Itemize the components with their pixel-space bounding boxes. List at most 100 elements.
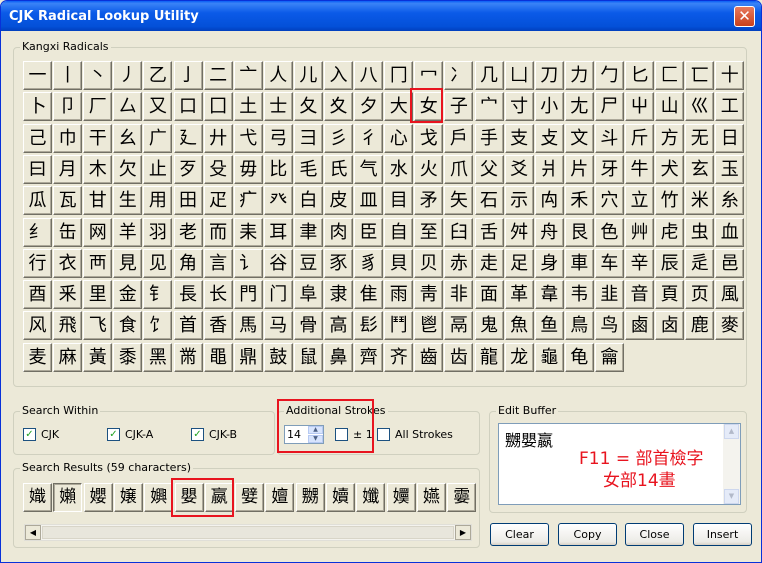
radical-button[interactable]: 门 — [263, 280, 293, 310]
radical-button[interactable]: 豕 — [324, 248, 353, 278]
radical-button[interactable]: 黽 — [203, 342, 233, 372]
radical-button[interactable]: 靑 — [414, 280, 444, 310]
radical-button[interactable]: 鼓 — [263, 342, 293, 372]
radical-button[interactable]: 自 — [384, 217, 414, 247]
radical-button[interactable]: 臼 — [444, 217, 474, 247]
radical-button[interactable]: 雨 — [384, 280, 414, 310]
radical-button[interactable]: 髟 — [354, 311, 384, 341]
radical-button[interactable]: 纟 — [23, 217, 52, 247]
radical-button[interactable]: 瓜 — [23, 186, 52, 216]
radical-button[interactable]: 風 — [715, 280, 745, 310]
radical-button[interactable]: 疒 — [233, 186, 263, 216]
radical-button[interactable]: 阜 — [293, 280, 323, 310]
radical-button[interactable]: 面 — [474, 280, 504, 310]
radical-button[interactable]: 身 — [534, 248, 564, 278]
radical-button[interactable]: 鹿 — [685, 311, 715, 341]
close-button[interactable]: Close — [625, 523, 684, 546]
radical-button[interactable]: 二 — [203, 61, 233, 90]
radical-button[interactable]: 手 — [474, 123, 504, 153]
radical-button[interactable]: 饣 — [143, 311, 173, 341]
radical-button[interactable]: 欠 — [113, 154, 143, 184]
radical-button[interactable]: 幺 — [113, 123, 143, 153]
radical-button[interactable]: 耒 — [233, 217, 263, 247]
radical-button[interactable]: 貝 — [384, 248, 414, 278]
radical-button[interactable]: 龙 — [504, 342, 534, 372]
radical-button[interactable]: 山 — [655, 92, 685, 122]
radical-button[interactable]: 丨 — [53, 61, 83, 90]
radical-button[interactable]: 廴 — [173, 123, 203, 153]
radical-button[interactable]: 子 — [444, 92, 474, 122]
radical-button[interactable]: 钅 — [143, 280, 173, 310]
radical-button[interactable]: 丶 — [83, 61, 113, 90]
radical-button[interactable]: 月 — [53, 154, 83, 184]
radical-button[interactable]: 尢 — [564, 92, 594, 122]
result-char-button[interactable]: 嬴 — [204, 483, 234, 512]
radical-button[interactable]: 鹵 — [625, 311, 654, 341]
radical-button[interactable]: 黑 — [143, 342, 173, 372]
radical-button[interactable]: 耳 — [263, 217, 293, 247]
radical-button[interactable]: 走 — [474, 248, 504, 278]
radical-button[interactable]: 士 — [263, 92, 293, 122]
scroll-down-arrow[interactable]: ▼ — [724, 489, 739, 504]
radical-button[interactable]: 匚 — [655, 61, 685, 90]
radical-button[interactable]: 襾 — [83, 248, 113, 278]
radical-button[interactable]: 缶 — [53, 217, 83, 247]
radical-button[interactable]: 門 — [233, 280, 263, 310]
radical-button[interactable]: 夂 — [293, 92, 323, 122]
radical-button[interactable]: 長 — [173, 280, 203, 310]
radical-button[interactable]: 几 — [474, 61, 504, 90]
radical-button[interactable]: 玄 — [685, 154, 715, 184]
radical-button[interactable]: 舌 — [474, 217, 504, 247]
radical-button[interactable]: 囗 — [203, 92, 233, 122]
radical-button[interactable]: 言 — [203, 248, 233, 278]
radical-button[interactable]: 无 — [685, 123, 715, 153]
radical-button[interactable]: 鼠 — [293, 342, 323, 372]
radical-button[interactable]: 米 — [685, 186, 715, 216]
radical-button[interactable]: 馬 — [233, 311, 263, 341]
radical-button[interactable]: 骨 — [293, 311, 323, 341]
stroke-count-spinner[interactable]: 14 ▲ ▼ — [284, 425, 324, 444]
radical-button[interactable]: 又 — [143, 92, 173, 122]
radical-button[interactable]: 支 — [504, 123, 534, 153]
radical-button[interactable]: 龠 — [594, 342, 624, 372]
radical-button[interactable]: 肉 — [324, 217, 353, 247]
cjk-a-checkbox[interactable]: ✓ CJK-A — [107, 428, 153, 441]
radical-button[interactable]: 牙 — [594, 154, 624, 184]
radical-button[interactable]: 长 — [203, 280, 233, 310]
radical-button[interactable]: 用 — [143, 186, 173, 216]
radical-button[interactable]: 麥 — [715, 311, 745, 341]
radical-button[interactable]: 瓦 — [53, 186, 83, 216]
spin-down-button[interactable]: ▼ — [308, 435, 323, 443]
radical-button[interactable]: 巾 — [53, 123, 83, 153]
radical-button[interactable]: 夊 — [324, 92, 353, 122]
radical-button[interactable]: 气 — [354, 154, 384, 184]
radical-button[interactable]: 彳 — [354, 123, 384, 153]
radical-button[interactable]: 黹 — [173, 342, 203, 372]
radical-button[interactable]: 里 — [83, 280, 113, 310]
radical-button[interactable]: 寸 — [504, 92, 534, 122]
radical-button[interactable]: 赤 — [444, 248, 474, 278]
radical-button[interactable]: 爿 — [534, 154, 564, 184]
result-char-button[interactable]: 嬿 — [416, 483, 446, 512]
radical-button[interactable]: 甘 — [83, 186, 113, 216]
radical-button[interactable]: 戈 — [414, 123, 444, 153]
radical-button[interactable]: 舛 — [504, 217, 534, 247]
radical-button[interactable]: 牛 — [625, 154, 654, 184]
radical-button[interactable]: 攴 — [534, 123, 564, 153]
radical-button[interactable]: 尸 — [594, 92, 624, 122]
radical-button[interactable]: 羽 — [143, 217, 173, 247]
radical-button[interactable]: 龟 — [564, 342, 594, 372]
radical-button[interactable]: 皿 — [354, 186, 384, 216]
radical-button[interactable]: 辰 — [655, 248, 685, 278]
radical-button[interactable]: 厂 — [83, 92, 113, 122]
radical-button[interactable]: 韭 — [594, 280, 624, 310]
radical-button[interactable]: 父 — [474, 154, 504, 184]
radical-button[interactable]: 龜 — [534, 342, 564, 372]
radical-button[interactable]: 生 — [113, 186, 143, 216]
radical-button[interactable]: 虫 — [685, 217, 715, 247]
radical-button[interactable]: 舟 — [534, 217, 564, 247]
radical-button[interactable]: 隹 — [354, 280, 384, 310]
radical-button[interactable]: 虍 — [655, 217, 685, 247]
result-char-button[interactable]: 嬽 — [386, 483, 416, 512]
radical-button[interactable]: 文 — [564, 123, 594, 153]
